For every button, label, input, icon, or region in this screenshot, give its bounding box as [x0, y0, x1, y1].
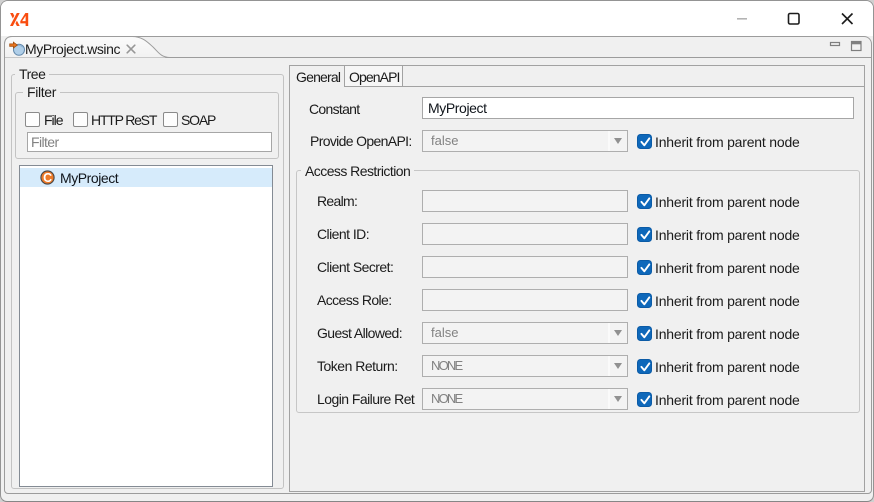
svg-text:C: C [43, 171, 52, 185]
